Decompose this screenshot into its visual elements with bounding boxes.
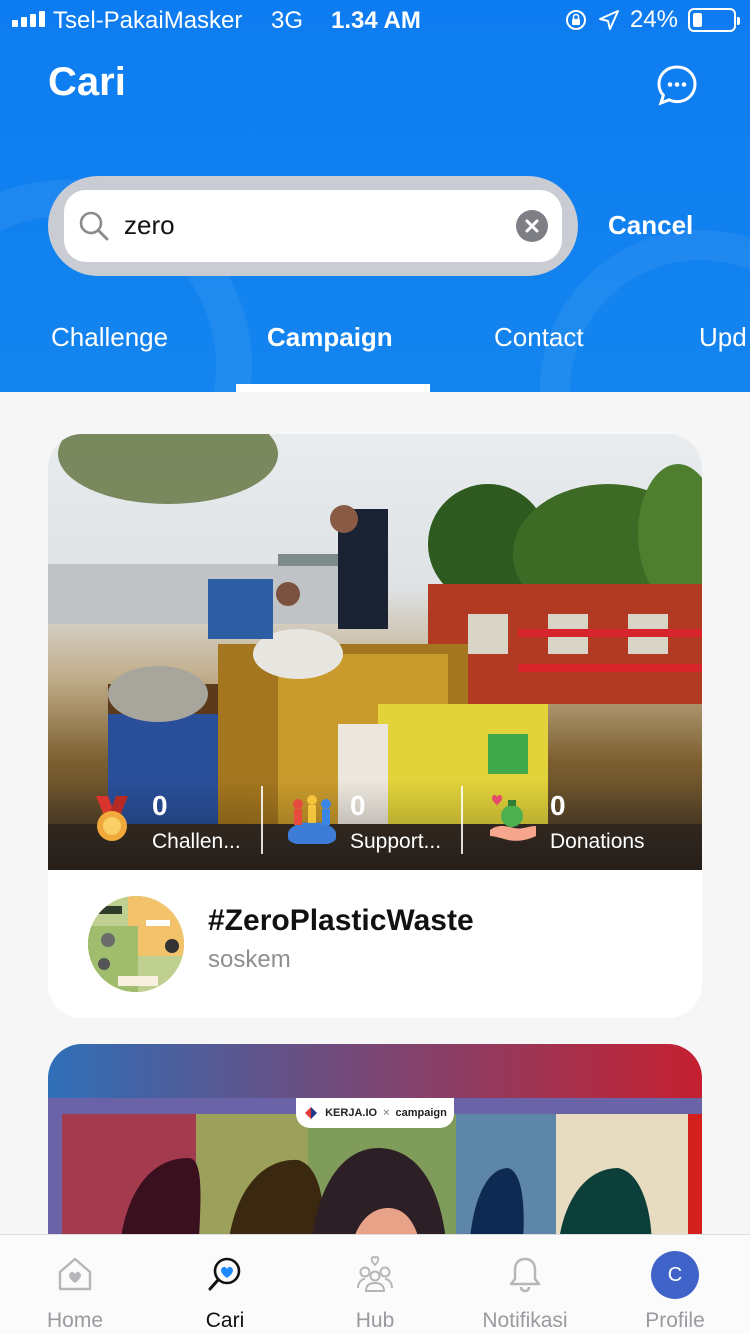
status-bar: Tsel-PakaiMasker 3G 1.34 AM 24% bbox=[0, 0, 750, 40]
stats-divider bbox=[261, 786, 263, 854]
partner-logos: KERJA.IO × campaign bbox=[296, 1098, 454, 1128]
network-type: 3G bbox=[271, 7, 304, 34]
tab-challenge[interactable]: Challenge bbox=[51, 322, 168, 353]
bottom-navigation: Home Cari Hub Notifikasi C Profile bbox=[0, 1234, 750, 1334]
nav-home[interactable]: Home bbox=[0, 1235, 150, 1334]
campaign-card[interactable]: 0 Challen... 0 Support... 0 Donations #Z… bbox=[48, 434, 702, 1018]
search-bar: zero bbox=[48, 176, 578, 276]
medal-icon bbox=[96, 796, 128, 841]
campaign-info: #ZeroPlasticWaste soskem bbox=[48, 870, 702, 1018]
stat-challenges[interactable]: 0 Challen... bbox=[90, 780, 250, 870]
stat-supporters-label: Support... bbox=[350, 830, 442, 853]
stat-challenges-value: 0 bbox=[152, 790, 168, 821]
partner-logo-kerja: KERJA.IO bbox=[325, 1107, 378, 1119]
supporters-icon bbox=[288, 795, 336, 844]
search-heart-icon bbox=[208, 1257, 241, 1291]
tab-updates[interactable]: Upd bbox=[699, 322, 747, 353]
home-heart-icon bbox=[58, 1257, 92, 1291]
campaign-avatar[interactable] bbox=[88, 896, 184, 992]
rotation-lock-icon bbox=[565, 10, 586, 30]
nav-cari-label: Cari bbox=[205, 1309, 245, 1332]
nav-hub-label: Hub bbox=[355, 1309, 395, 1332]
nav-cari[interactable]: Cari bbox=[150, 1235, 300, 1334]
nav-hub[interactable]: Hub bbox=[300, 1235, 450, 1334]
tab-contact[interactable]: Contact bbox=[494, 322, 584, 353]
search-icon bbox=[79, 211, 109, 241]
tab-indicator bbox=[236, 384, 430, 392]
donations-icon bbox=[490, 795, 536, 841]
stat-donations-label: Donations bbox=[550, 830, 645, 853]
campaign-title[interactable]: #ZeroPlasticWaste bbox=[208, 904, 474, 938]
search-query: zero bbox=[124, 210, 175, 240]
campaign-author[interactable]: soskem bbox=[208, 946, 291, 974]
stat-donations[interactable]: 0 Donations bbox=[488, 780, 688, 870]
search-tabs: Challenge Campaign Contact Upd bbox=[0, 318, 750, 392]
carrier-name: Tsel-PakaiMasker bbox=[53, 7, 243, 34]
campaign-card[interactable]: KERJA.IO × campaign bbox=[48, 1044, 702, 1264]
clear-icon[interactable] bbox=[516, 210, 548, 242]
tab-campaign[interactable]: Campaign bbox=[267, 322, 393, 353]
people-group-icon bbox=[357, 1255, 393, 1292]
location-arrow-icon bbox=[598, 10, 619, 30]
header: Tsel-PakaiMasker 3G 1.34 AM 24% Cari zer… bbox=[0, 0, 750, 392]
partner-logo-separator: × bbox=[383, 1107, 390, 1119]
nav-profile-label: Profile bbox=[645, 1309, 705, 1332]
battery-percent: 24% bbox=[629, 6, 678, 33]
stat-donations-value: 0 bbox=[550, 790, 566, 821]
campaign-stats: 0 Challen... 0 Support... 0 Donations bbox=[48, 780, 702, 870]
nav-home-label: Home bbox=[46, 1309, 104, 1332]
bell-icon bbox=[509, 1257, 541, 1293]
nav-profile[interactable]: C Profile bbox=[600, 1235, 750, 1334]
page-title: Cari bbox=[48, 60, 126, 104]
stats-divider bbox=[461, 786, 463, 854]
clock: 1.34 AM bbox=[331, 7, 421, 34]
search-input[interactable]: zero bbox=[64, 190, 562, 262]
stat-challenges-label: Challen... bbox=[152, 830, 241, 853]
signal-icon bbox=[12, 11, 45, 27]
kerja-logo-icon bbox=[305, 1107, 318, 1119]
avatar: C bbox=[651, 1251, 699, 1299]
cancel-button[interactable]: Cancel bbox=[608, 210, 693, 241]
battery-icon bbox=[688, 8, 740, 32]
partner-logo-campaign: campaign bbox=[395, 1107, 447, 1119]
stat-supporters[interactable]: 0 Support... bbox=[286, 780, 456, 870]
nav-notifikasi[interactable]: Notifikasi bbox=[450, 1235, 600, 1334]
nav-notifikasi-label: Notifikasi bbox=[482, 1309, 568, 1332]
stat-supporters-value: 0 bbox=[350, 790, 366, 821]
chat-bubble-icon[interactable] bbox=[656, 64, 698, 106]
